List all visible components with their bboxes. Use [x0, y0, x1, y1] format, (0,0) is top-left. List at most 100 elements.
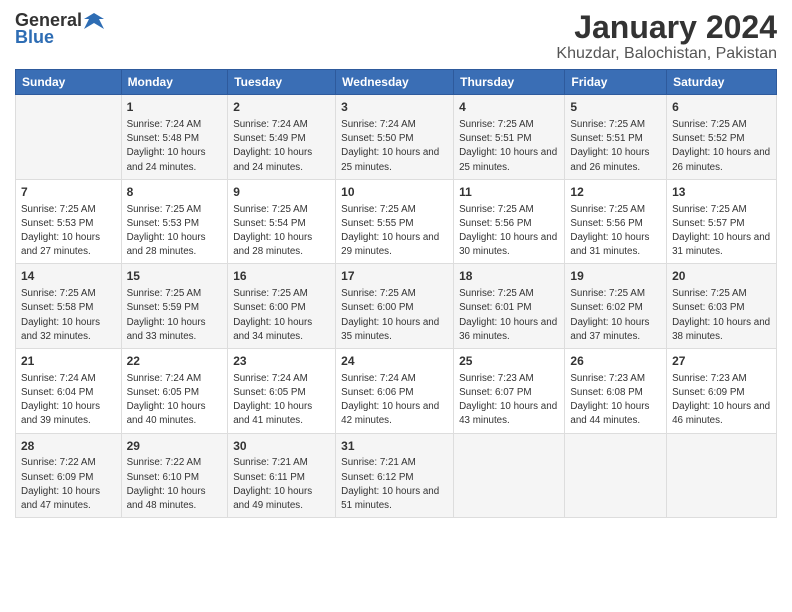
cell-sunset: Sunset: 5:58 PM	[21, 302, 93, 313]
cell-sunrise: Sunrise: 7:25 AM	[570, 288, 645, 299]
calendar-title: January 2024	[556, 10, 777, 45]
calendar-cell: 1 Sunrise: 7:24 AM Sunset: 5:48 PM Dayli…	[121, 95, 228, 180]
day-number: 15	[127, 268, 223, 285]
calendar-cell: 21 Sunrise: 7:24 AM Sunset: 6:04 PM Dayl…	[16, 349, 122, 434]
calendar-week-row: 21 Sunrise: 7:24 AM Sunset: 6:04 PM Dayl…	[16, 349, 777, 434]
calendar-cell	[16, 95, 122, 180]
day-number: 28	[21, 438, 116, 455]
cell-sunrise: Sunrise: 7:25 AM	[233, 288, 308, 299]
cell-sunrise: Sunrise: 7:25 AM	[341, 204, 416, 215]
cell-sunrise: Sunrise: 7:22 AM	[127, 457, 202, 468]
calendar-week-row: 28 Sunrise: 7:22 AM Sunset: 6:09 PM Dayl…	[16, 433, 777, 518]
day-number: 23	[233, 353, 330, 370]
cell-daylight: Daylight: 10 hours and 46 minutes.	[672, 401, 770, 426]
cell-sunrise: Sunrise: 7:24 AM	[233, 119, 308, 130]
day-number: 1	[127, 99, 223, 116]
cell-daylight: Daylight: 10 hours and 26 minutes.	[672, 147, 770, 172]
calendar-cell: 3 Sunrise: 7:24 AM Sunset: 5:50 PM Dayli…	[336, 95, 454, 180]
calendar-cell	[667, 433, 777, 518]
calendar-cell: 19 Sunrise: 7:25 AM Sunset: 6:02 PM Dayl…	[565, 264, 667, 349]
cell-sunset: Sunset: 5:51 PM	[459, 133, 531, 144]
cell-sunset: Sunset: 5:56 PM	[570, 218, 642, 229]
cell-sunrise: Sunrise: 7:25 AM	[672, 119, 747, 130]
cell-daylight: Daylight: 10 hours and 34 minutes.	[233, 317, 312, 342]
cell-daylight: Daylight: 10 hours and 24 minutes.	[127, 147, 206, 172]
cell-daylight: Daylight: 10 hours and 31 minutes.	[672, 232, 770, 257]
cell-sunset: Sunset: 5:53 PM	[127, 218, 199, 229]
calendar-cell: 5 Sunrise: 7:25 AM Sunset: 5:51 PM Dayli…	[565, 95, 667, 180]
logo: General Blue	[15, 10, 104, 48]
day-number: 4	[459, 99, 559, 116]
cell-sunset: Sunset: 6:05 PM	[233, 387, 305, 398]
cell-sunset: Sunset: 5:55 PM	[341, 218, 413, 229]
calendar-subtitle: Khuzdar, Balochistan, Pakistan	[556, 45, 777, 63]
cell-daylight: Daylight: 10 hours and 33 minutes.	[127, 317, 206, 342]
cell-daylight: Daylight: 10 hours and 31 minutes.	[570, 232, 649, 257]
cell-sunset: Sunset: 6:06 PM	[341, 387, 413, 398]
cell-sunset: Sunset: 6:04 PM	[21, 387, 93, 398]
cell-sunset: Sunset: 5:51 PM	[570, 133, 642, 144]
calendar-cell: 31 Sunrise: 7:21 AM Sunset: 6:12 PM Dayl…	[336, 433, 454, 518]
calendar-cell: 30 Sunrise: 7:21 AM Sunset: 6:11 PM Dayl…	[228, 433, 336, 518]
cell-sunset: Sunset: 6:08 PM	[570, 387, 642, 398]
cell-sunset: Sunset: 5:49 PM	[233, 133, 305, 144]
calendar-week-row: 14 Sunrise: 7:25 AM Sunset: 5:58 PM Dayl…	[16, 264, 777, 349]
calendar-cell	[565, 433, 667, 518]
page: General Blue January 2024 Khuzdar, Baloc…	[0, 0, 792, 612]
cell-daylight: Daylight: 10 hours and 44 minutes.	[570, 401, 649, 426]
calendar-cell: 17 Sunrise: 7:25 AM Sunset: 6:00 PM Dayl…	[336, 264, 454, 349]
calendar-cell: 16 Sunrise: 7:25 AM Sunset: 6:00 PM Dayl…	[228, 264, 336, 349]
cell-sunrise: Sunrise: 7:25 AM	[570, 204, 645, 215]
cell-sunset: Sunset: 5:50 PM	[341, 133, 413, 144]
cell-sunset: Sunset: 6:00 PM	[341, 302, 413, 313]
cell-sunrise: Sunrise: 7:22 AM	[21, 457, 96, 468]
cell-daylight: Daylight: 10 hours and 28 minutes.	[233, 232, 312, 257]
calendar-cell: 20 Sunrise: 7:25 AM Sunset: 6:03 PM Dayl…	[667, 264, 777, 349]
day-number: 3	[341, 99, 448, 116]
day-number: 11	[459, 184, 559, 201]
calendar-table: Sunday Monday Tuesday Wednesday Thursday…	[15, 69, 777, 518]
cell-sunset: Sunset: 6:09 PM	[672, 387, 744, 398]
day-number: 19	[570, 268, 661, 285]
cell-daylight: Daylight: 10 hours and 32 minutes.	[21, 317, 100, 342]
calendar-cell: 10 Sunrise: 7:25 AM Sunset: 5:55 PM Dayl…	[336, 179, 454, 264]
calendar-cell: 7 Sunrise: 7:25 AM Sunset: 5:53 PM Dayli…	[16, 179, 122, 264]
cell-sunrise: Sunrise: 7:23 AM	[570, 373, 645, 384]
cell-sunset: Sunset: 5:48 PM	[127, 133, 199, 144]
cell-daylight: Daylight: 10 hours and 41 minutes.	[233, 401, 312, 426]
logo-blue: Blue	[15, 27, 54, 48]
day-number: 6	[672, 99, 771, 116]
cell-sunset: Sunset: 5:53 PM	[21, 218, 93, 229]
cell-daylight: Daylight: 10 hours and 40 minutes.	[127, 401, 206, 426]
calendar-cell: 18 Sunrise: 7:25 AM Sunset: 6:01 PM Dayl…	[454, 264, 565, 349]
header-tuesday: Tuesday	[228, 70, 336, 95]
cell-sunrise: Sunrise: 7:24 AM	[21, 373, 96, 384]
day-number: 20	[672, 268, 771, 285]
day-number: 22	[127, 353, 223, 370]
calendar-cell: 8 Sunrise: 7:25 AM Sunset: 5:53 PM Dayli…	[121, 179, 228, 264]
cell-daylight: Daylight: 10 hours and 30 minutes.	[459, 232, 557, 257]
cell-sunset: Sunset: 6:10 PM	[127, 472, 199, 483]
cell-sunset: Sunset: 6:03 PM	[672, 302, 744, 313]
cell-sunset: Sunset: 6:12 PM	[341, 472, 413, 483]
day-number: 12	[570, 184, 661, 201]
cell-daylight: Daylight: 10 hours and 36 minutes.	[459, 317, 557, 342]
day-number: 13	[672, 184, 771, 201]
calendar-cell: 11 Sunrise: 7:25 AM Sunset: 5:56 PM Dayl…	[454, 179, 565, 264]
cell-sunrise: Sunrise: 7:25 AM	[21, 204, 96, 215]
day-number: 5	[570, 99, 661, 116]
cell-sunrise: Sunrise: 7:24 AM	[341, 119, 416, 130]
day-number: 9	[233, 184, 330, 201]
cell-daylight: Daylight: 10 hours and 28 minutes.	[127, 232, 206, 257]
cell-sunrise: Sunrise: 7:25 AM	[341, 288, 416, 299]
day-number: 17	[341, 268, 448, 285]
day-number: 7	[21, 184, 116, 201]
calendar-cell: 6 Sunrise: 7:25 AM Sunset: 5:52 PM Dayli…	[667, 95, 777, 180]
title-block: January 2024 Khuzdar, Balochistan, Pakis…	[556, 10, 777, 63]
day-number: 25	[459, 353, 559, 370]
day-number: 26	[570, 353, 661, 370]
calendar-cell: 24 Sunrise: 7:24 AM Sunset: 6:06 PM Dayl…	[336, 349, 454, 434]
cell-sunrise: Sunrise: 7:23 AM	[672, 373, 747, 384]
cell-daylight: Daylight: 10 hours and 25 minutes.	[459, 147, 557, 172]
cell-sunrise: Sunrise: 7:23 AM	[459, 373, 534, 384]
